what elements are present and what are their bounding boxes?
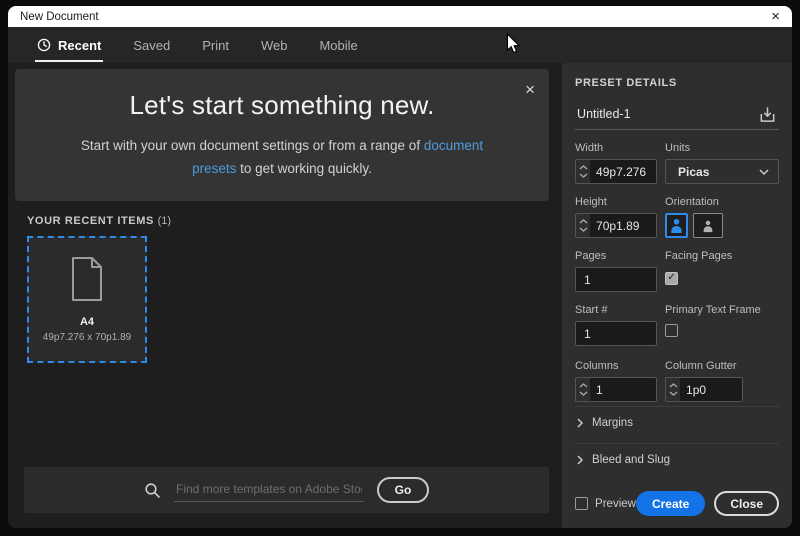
start-number-label: Start # [575, 304, 657, 316]
facing-pages-label: Facing Pages [665, 250, 779, 262]
chevron-up-icon [669, 383, 678, 388]
chevron-up-icon [579, 219, 588, 224]
margins-section-label: Margins [592, 417, 633, 429]
height-label: Height [575, 196, 657, 208]
title-bar: New Document × [8, 6, 792, 27]
chevron-right-icon [577, 455, 583, 465]
tab-label: Recent [58, 38, 101, 53]
tab-saved[interactable]: Saved [131, 27, 172, 63]
tab-strip: Recent Saved Print Web Mobile [8, 27, 792, 63]
pages-facing-row: Pages Facing Pages ✓ [575, 250, 779, 292]
close-button[interactable]: Close [714, 491, 779, 516]
tab-recent[interactable]: Recent [35, 27, 103, 63]
save-preset-icon[interactable] [755, 102, 779, 126]
units-label: Units [665, 142, 779, 154]
window-title: New Document [20, 11, 99, 23]
columns-gutter-row: Columns Column Gutter [575, 360, 779, 402]
height-orientation-row: Height Orientation [575, 196, 779, 238]
preset-details-panel: PRESET DETAILS Width [562, 63, 792, 528]
download-tray-icon [758, 105, 777, 124]
primary-text-frame-checkbox[interactable] [665, 324, 678, 337]
facing-pages-checkbox[interactable]: ✓ [665, 272, 678, 285]
preset-details-heading: PRESET DETAILS [575, 77, 779, 89]
chevron-down-icon [579, 391, 588, 396]
create-button[interactable]: Create [636, 491, 705, 516]
bleed-slug-section-toggle[interactable]: Bleed and Slug [575, 443, 779, 476]
document-name-input[interactable] [575, 107, 755, 128]
recent-item-name: A4 [80, 316, 94, 328]
height-stepper [575, 213, 657, 238]
orientation-landscape-button[interactable] [693, 213, 723, 238]
units-value: Picas [678, 165, 759, 179]
columns-input[interactable] [590, 378, 656, 401]
document-name-row [575, 102, 779, 130]
stock-search-input[interactable] [174, 479, 364, 502]
width-units-row: Width Units Picas [575, 142, 779, 184]
tab-label: Web [261, 38, 288, 53]
hero-subtitle-text: to get working quickly. [236, 161, 372, 176]
recent-item-a4[interactable]: A4 49p7.276 x 70p1.89 [27, 236, 147, 363]
units-dropdown[interactable]: Picas [665, 159, 779, 184]
pages-input[interactable] [575, 267, 657, 292]
stock-search-bar: Go [24, 467, 549, 513]
go-button[interactable]: Go [377, 477, 429, 503]
chevron-down-icon [669, 391, 678, 396]
main-content: × Let's start something new. Start with … [8, 63, 562, 528]
chevron-right-icon [577, 418, 583, 428]
start-number-input[interactable] [575, 321, 657, 346]
hero-title: Let's start something new. [130, 90, 435, 121]
column-gutter-stepper [665, 377, 743, 402]
tab-label: Mobile [319, 38, 357, 53]
preview-checkbox[interactable] [575, 497, 588, 510]
height-input[interactable] [590, 214, 656, 237]
landscape-person-icon [701, 219, 715, 233]
tab-web[interactable]: Web [259, 27, 290, 63]
start-primary-row: Start # Primary Text Frame [575, 304, 779, 346]
hero-subtitle-text: Start with your own document settings or… [81, 138, 424, 153]
recent-items-title: YOUR RECENT ITEMS [27, 215, 154, 227]
clock-icon [37, 38, 51, 52]
recent-items-heading: YOUR RECENT ITEMS (1) [27, 215, 562, 227]
chevron-down-icon [759, 169, 769, 175]
orientation-label: Orientation [665, 196, 779, 208]
preview-toggle[interactable]: Preview [575, 497, 636, 510]
chevron-down-icon [579, 173, 588, 178]
width-stepper [575, 159, 657, 184]
bleed-slug-section-label: Bleed and Slug [592, 454, 670, 466]
primary-text-frame-label: Primary Text Frame [665, 304, 779, 316]
height-spin-buttons[interactable] [576, 214, 590, 237]
window-close-icon[interactable]: × [771, 9, 780, 24]
chevron-up-icon [579, 383, 588, 388]
tab-mobile[interactable]: Mobile [317, 27, 359, 63]
chevron-down-icon [579, 227, 588, 232]
width-input[interactable] [590, 160, 656, 183]
column-gutter-label: Column Gutter [665, 360, 779, 372]
dialog-footer: Preview Create Close [575, 491, 779, 516]
pages-label: Pages [575, 250, 657, 262]
width-label: Width [575, 142, 657, 154]
portrait-person-icon [669, 217, 684, 234]
column-gutter-input[interactable] [680, 378, 742, 401]
chevron-up-icon [579, 165, 588, 170]
recent-items-count: (1) [158, 215, 171, 227]
tab-label: Print [202, 38, 229, 53]
tab-label: Saved [133, 38, 170, 53]
search-icon [144, 482, 161, 499]
margins-section-toggle[interactable]: Margins [575, 406, 779, 439]
preview-label: Preview [595, 498, 636, 510]
hero-subtitle: Start with your own document settings or… [67, 135, 497, 180]
hero-banner: × Let's start something new. Start with … [15, 69, 549, 201]
check-icon: ✓ [667, 273, 675, 283]
new-document-dialog: New Document × Recent Saved Print Web Mo… [8, 6, 792, 528]
orientation-portrait-button[interactable] [665, 213, 688, 238]
recent-item-dimensions: 49p7.276 x 70p1.89 [43, 332, 131, 343]
columns-spin-buttons[interactable] [576, 378, 590, 401]
tab-print[interactable]: Print [200, 27, 231, 63]
columns-label: Columns [575, 360, 657, 372]
width-spin-buttons[interactable] [576, 160, 590, 183]
document-icon [68, 256, 106, 302]
columns-stepper [575, 377, 657, 402]
hero-close-icon[interactable]: × [525, 81, 535, 98]
column-gutter-spin-buttons[interactable] [666, 378, 680, 401]
